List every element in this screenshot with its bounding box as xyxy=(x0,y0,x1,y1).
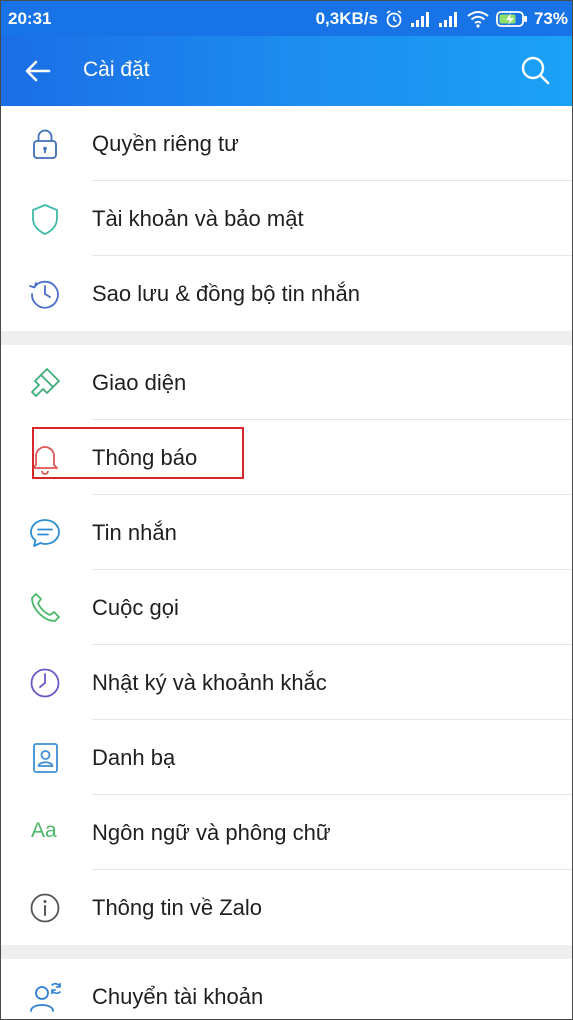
settings-item-switch-account[interactable]: Chuyển tài khoản xyxy=(1,959,572,1019)
shield-icon xyxy=(32,204,58,235)
lock-icon xyxy=(33,129,57,159)
history-icon xyxy=(29,280,59,309)
screen: 20:31 0,3KB/s 73% Cài đặt Quyền riêng tư… xyxy=(0,0,573,1020)
settings-item-label: Thông tin về Zalo xyxy=(92,895,262,920)
arrow-left-icon xyxy=(25,60,51,82)
info-icon xyxy=(30,893,60,923)
contact-icon xyxy=(33,743,58,773)
settings-item-label: Thông báo xyxy=(92,445,198,470)
search-icon xyxy=(521,56,550,85)
settings-item-label: Cuộc gọi xyxy=(92,595,179,620)
page-title: Cài đặt xyxy=(83,58,150,81)
settings-item-calls[interactable]: Cuộc gọi xyxy=(1,570,572,645)
settings-item-label: Ngôn ngữ và phông chữ xyxy=(92,820,331,845)
settings-item-label: Sao lưu & đồng bộ tin nhắn xyxy=(92,281,360,306)
settings-item-contacts[interactable]: Danh bạ xyxy=(1,720,572,795)
settings-item-language-font[interactable]: Aa Ngôn ngữ và phông chữ xyxy=(1,795,572,870)
settings-list: Quyền riêng tư Tài khoản và bảo mật Sao … xyxy=(1,106,572,1019)
settings-item-label: Nhật ký và khoảnh khắc xyxy=(92,670,327,695)
settings-item-messages[interactable]: Tin nhắn xyxy=(1,495,572,570)
settings-item-appearance[interactable]: Giao diện xyxy=(1,345,572,420)
settings-item-label: Danh bạ xyxy=(92,745,176,770)
back-button[interactable] xyxy=(21,54,55,88)
settings-item-notifications[interactable]: Thông báo xyxy=(1,420,572,495)
settings-item-label: Tin nhắn xyxy=(92,520,177,545)
settings-item-label: Tài khoản và bảo mật xyxy=(92,206,304,231)
bell-icon xyxy=(32,446,58,475)
status-indicators: 0,3KB/s 73% xyxy=(316,7,568,31)
settings-item-label: Chuyển tài khoản xyxy=(92,984,264,1009)
status-time: 20:31 xyxy=(8,9,52,28)
battery-charging-icon xyxy=(496,11,527,27)
settings-item-diary-moments[interactable]: Nhật ký và khoảnh khắc xyxy=(1,645,572,720)
wifi-icon xyxy=(467,11,489,28)
app-bar: Cài đặt xyxy=(1,36,572,106)
signal-icon xyxy=(438,12,457,27)
signal-icon xyxy=(410,12,429,27)
settings-item-privacy[interactable]: Quyền riêng tư xyxy=(1,106,572,181)
phone-icon xyxy=(31,593,60,622)
settings-item-label: Quyền riêng tư xyxy=(92,131,239,156)
settings-item-label: Giao diện xyxy=(92,370,187,395)
alarm-icon xyxy=(386,10,402,28)
settings-item-account-security[interactable]: Tài khoản và bảo mật xyxy=(1,181,572,256)
paint-brush-icon xyxy=(31,368,60,397)
network-speed: 0,3KB/s xyxy=(315,9,378,28)
switch-account-icon xyxy=(30,982,61,1012)
chat-icon xyxy=(30,519,60,547)
battery-percent: 73% xyxy=(533,9,568,28)
settings-item-about-zalo[interactable]: Thông tin về Zalo xyxy=(1,870,572,945)
settings-item-backup-sync[interactable]: Sao lưu & đồng bộ tin nhắn xyxy=(1,256,572,331)
clock-icon xyxy=(30,668,60,698)
section-separator xyxy=(1,331,572,345)
status-bar: 20:31 0,3KB/s 73% xyxy=(1,1,572,36)
section-separator xyxy=(1,945,572,959)
font-icon: Aa xyxy=(31,819,57,842)
search-button[interactable] xyxy=(518,53,552,87)
